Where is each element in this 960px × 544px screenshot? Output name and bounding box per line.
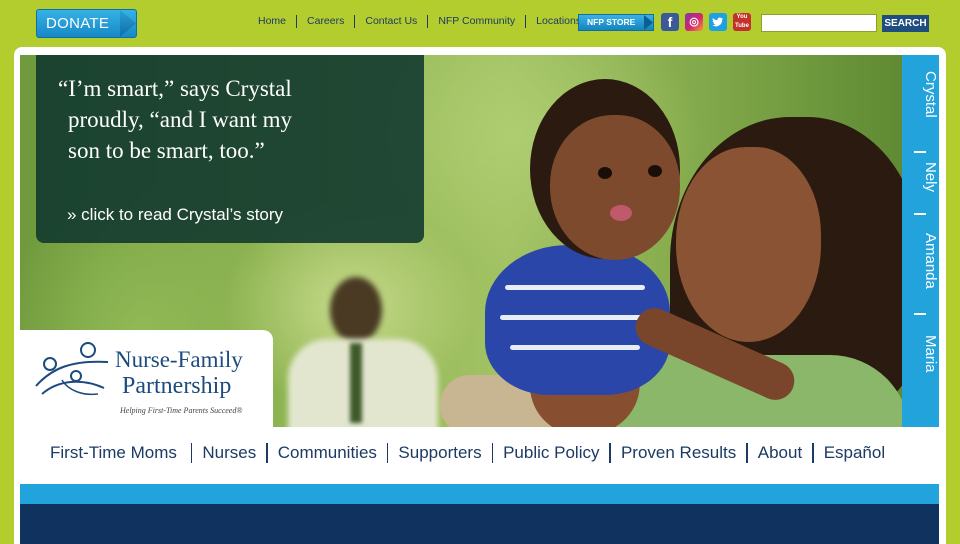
quote-line: “I’m smart,” says Crystal bbox=[58, 76, 292, 101]
baby-mouth bbox=[610, 205, 632, 221]
search-input[interactable] bbox=[761, 14, 877, 32]
baby-eye bbox=[648, 165, 662, 177]
story-quote: “I’m smart,” says Crystal proudly, “and … bbox=[58, 73, 418, 166]
story-tab-nely[interactable]: Nely bbox=[902, 162, 939, 192]
arrow-right-icon bbox=[120, 10, 136, 37]
logo-text: Nurse-Family bbox=[115, 347, 243, 372]
footer-band bbox=[20, 504, 939, 544]
nav-link-contact-us[interactable]: Contact Us bbox=[355, 15, 427, 28]
logo-figures-icon bbox=[35, 342, 109, 396]
nav-communities[interactable]: Communities bbox=[268, 443, 387, 463]
story-tab-amanda[interactable]: Amanda bbox=[902, 233, 939, 289]
quote-line: proudly, “and I want my bbox=[68, 107, 292, 132]
nav-nurses[interactable]: Nurses bbox=[192, 443, 266, 463]
twitter-icon[interactable] bbox=[709, 13, 727, 31]
nav-link-careers[interactable]: Careers bbox=[297, 15, 354, 28]
logo-text: Partnership bbox=[122, 373, 232, 399]
logo[interactable]: Nurse-Family Partnership Helping First-T… bbox=[20, 330, 273, 427]
store-label: NFP STORE bbox=[587, 17, 636, 27]
instagram-icon[interactable]: ◎ bbox=[685, 13, 703, 31]
search-button[interactable]: SEARCH bbox=[882, 15, 929, 32]
nav-link-home[interactable]: Home bbox=[248, 15, 296, 28]
utility-nav: Home Careers Contact Us NFP Community Lo… bbox=[248, 15, 591, 28]
tab-divider bbox=[914, 151, 926, 153]
nfp-store-button[interactable]: NFP STORE bbox=[578, 14, 654, 31]
nav-proven-results[interactable]: Proven Results bbox=[611, 443, 746, 463]
nav-public-policy[interactable]: Public Policy bbox=[493, 443, 609, 463]
read-story-link[interactable]: » click to read Crystal’s story bbox=[67, 205, 283, 225]
youtube-icon[interactable]: You Tube bbox=[733, 13, 751, 31]
story-tab-maria[interactable]: Maria bbox=[902, 335, 939, 373]
nav-first-time-moms[interactable]: First-Time Moms bbox=[50, 443, 191, 463]
facebook-icon[interactable]: f bbox=[661, 13, 679, 31]
story-quote-box[interactable]: “I’m smart,” says Crystal proudly, “and … bbox=[36, 55, 424, 243]
arrow-right-icon bbox=[644, 15, 653, 30]
twitter-bird-glyph bbox=[712, 17, 723, 27]
tab-divider bbox=[914, 213, 926, 215]
donate-button[interactable]: DONATE bbox=[36, 9, 137, 38]
nav-supporters[interactable]: Supporters bbox=[388, 443, 491, 463]
nav-link-nfp-community[interactable]: NFP Community bbox=[428, 15, 525, 28]
story-tab-crystal[interactable]: Crystal bbox=[902, 71, 939, 118]
donate-label: DONATE bbox=[46, 15, 110, 32]
story-tabs: Crystal Nely Amanda Maria bbox=[902, 55, 939, 427]
background-person bbox=[288, 277, 438, 427]
top-bar: DONATE Home Careers Contact Us NFP Commu… bbox=[0, 0, 960, 46]
baby-face bbox=[550, 115, 680, 260]
nav-about[interactable]: About bbox=[748, 443, 812, 463]
quote-line: son to be smart, too.” bbox=[68, 138, 265, 163]
mother-face bbox=[676, 147, 821, 342]
accent-band bbox=[20, 484, 939, 504]
tab-divider bbox=[914, 313, 926, 315]
main-nav: First-Time Moms Nurses Communities Suppo… bbox=[50, 443, 895, 463]
logo-tagline: Helping First-Time Parents Succeed® bbox=[120, 406, 243, 415]
baby-eye bbox=[598, 167, 612, 179]
nav-espanol[interactable]: Español bbox=[814, 443, 895, 463]
